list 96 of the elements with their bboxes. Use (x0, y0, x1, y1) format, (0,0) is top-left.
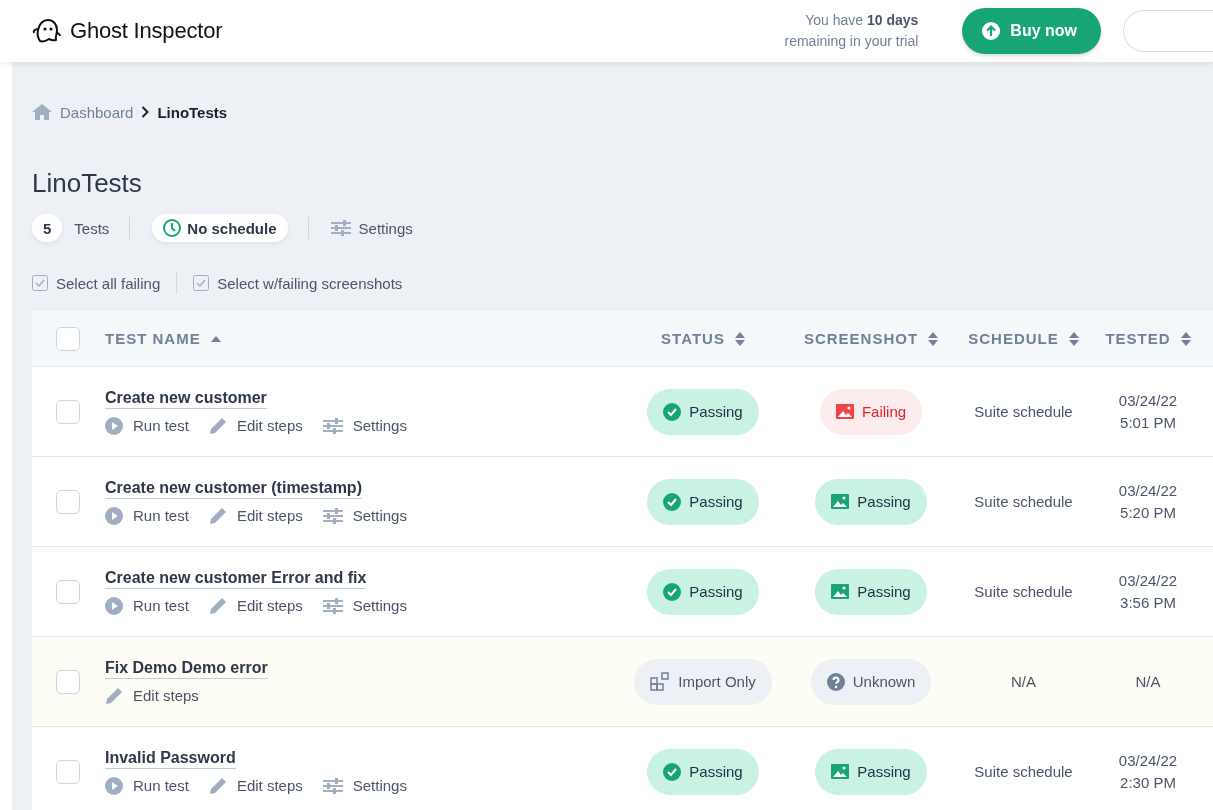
image-icon (835, 404, 854, 419)
image-icon (831, 494, 850, 509)
status-badge: Passing (647, 748, 759, 795)
tested-text: 2:30 PM (1120, 772, 1176, 793)
row-action-link[interactable]: Edit steps (105, 686, 199, 705)
row-action-link[interactable]: Settings (322, 416, 407, 435)
row-checkbox[interactable] (55, 489, 80, 514)
play-icon (105, 506, 123, 525)
sliders-icon (322, 417, 343, 434)
test-name-link[interactable]: Create new customer Error and fix (105, 568, 367, 589)
row-action-link[interactable]: Edit steps (208, 596, 303, 615)
schedule-button[interactable]: No schedule (152, 214, 288, 242)
page-title: LinoTests (32, 168, 143, 199)
schedule-text: N/A (1011, 671, 1036, 692)
tested-text: 03/24/22 (1118, 390, 1178, 411)
tested-text: 5:01 PM (1120, 412, 1176, 433)
image-icon (831, 764, 850, 779)
current-page-label: LinoTests (157, 103, 228, 121)
check-circle-icon (663, 402, 682, 421)
check-circle-icon (663, 492, 682, 511)
bulk-select-link[interactable]: Select w/failing screenshots (193, 274, 403, 292)
checkbox-icon (193, 275, 210, 291)
row-action-link[interactable]: Edit steps (208, 506, 303, 525)
screenshot-badge: Unknown (810, 658, 932, 705)
screenshot-badge: Passing (815, 568, 927, 615)
row-action-link[interactable]: Run test (105, 776, 189, 795)
row-action-link[interactable]: Run test (105, 506, 189, 525)
checkbox-icon (32, 275, 48, 291)
settings-link[interactable]: Settings (330, 219, 413, 237)
clock-icon (163, 219, 182, 237)
bulk-select-link[interactable]: Select all failing (32, 274, 161, 292)
play-icon (105, 596, 123, 615)
chevron-right-icon (141, 106, 150, 118)
tested-text: 03/24/22 (1118, 750, 1178, 771)
row-checkbox[interactable] (55, 579, 80, 604)
tested-text: N/A (1135, 671, 1161, 692)
tests-label: Tests (74, 219, 110, 237)
tested-text: 5:20 PM (1120, 502, 1176, 523)
sliders-icon (330, 220, 351, 236)
check-circle-icon (663, 762, 682, 781)
play-icon (105, 776, 123, 795)
play-icon (105, 416, 123, 435)
row-action-link[interactable]: Run test (105, 416, 189, 435)
row-action-link[interactable]: Settings (322, 506, 407, 525)
tested-text: 03/24/22 (1118, 570, 1178, 591)
blocks-icon (650, 671, 671, 692)
image-icon (831, 584, 850, 599)
arrow-up-circle-icon (982, 22, 1001, 40)
row-checkbox[interactable] (55, 399, 80, 424)
pencil-icon (208, 596, 227, 615)
test-name-link[interactable]: Create new customer (timestamp) (105, 478, 362, 499)
ghost-logo-icon (32, 17, 62, 45)
home-icon (32, 104, 52, 120)
status-badge: Import Only (634, 658, 772, 705)
select-all-checkbox[interactable] (55, 326, 80, 351)
tested-text: 3:56 PM (1120, 592, 1176, 613)
row-checkbox[interactable] (55, 669, 80, 694)
tested-text: 03/24/22 (1118, 480, 1178, 501)
sliders-icon (322, 597, 343, 614)
pencil-icon (208, 416, 227, 435)
schedule-text: Suite schedule (974, 491, 1073, 512)
trial-notice: You have 10 days remaining in your trial (783, 11, 919, 51)
screenshot-badge: Passing (815, 748, 927, 795)
status-badge: Passing (647, 478, 759, 525)
row-action-link[interactable]: Run test (105, 596, 189, 615)
logo-text: Ghost Inspector (70, 18, 223, 44)
test-count: 5 (32, 214, 63, 242)
schedule-text: Suite schedule (974, 401, 1073, 422)
sliders-icon (322, 777, 343, 794)
sliders-icon (322, 507, 343, 524)
row-checkbox[interactable] (55, 759, 80, 784)
column-header[interactable]: TEST NAME (105, 330, 221, 347)
check-circle-icon (663, 582, 682, 601)
row-action-link[interactable]: Edit steps (208, 416, 303, 435)
column-header[interactable]: TESTED (1105, 330, 1191, 347)
test-name-link[interactable]: Fix Demo Demo error (105, 658, 268, 679)
schedule-text: Suite schedule (974, 761, 1073, 782)
column-header[interactable]: STATUS (661, 330, 745, 347)
test-name-link[interactable]: Create new customer (105, 388, 267, 409)
pencil-icon (105, 686, 123, 705)
header-button[interactable] (1123, 10, 1213, 52)
pencil-icon (208, 776, 227, 795)
row-action-link[interactable]: Settings (322, 596, 407, 615)
status-badge: Passing (647, 388, 759, 435)
screenshot-badge: Passing (815, 478, 927, 525)
breadcrumb-link[interactable]: Dashboard (60, 103, 134, 121)
screenshot-badge: Failing (819, 388, 923, 435)
status-badge: Passing (647, 568, 759, 615)
question-icon (826, 672, 845, 691)
test-name-link[interactable]: Invalid Password (105, 748, 236, 769)
row-action-link[interactable]: Edit steps (208, 776, 303, 795)
column-header[interactable]: SCHEDULE (968, 330, 1079, 347)
schedule-text: Suite schedule (974, 581, 1073, 602)
pencil-icon (208, 506, 227, 525)
row-action-link[interactable]: Settings (322, 776, 407, 795)
column-header[interactable]: SCREENSHOT (803, 330, 939, 347)
